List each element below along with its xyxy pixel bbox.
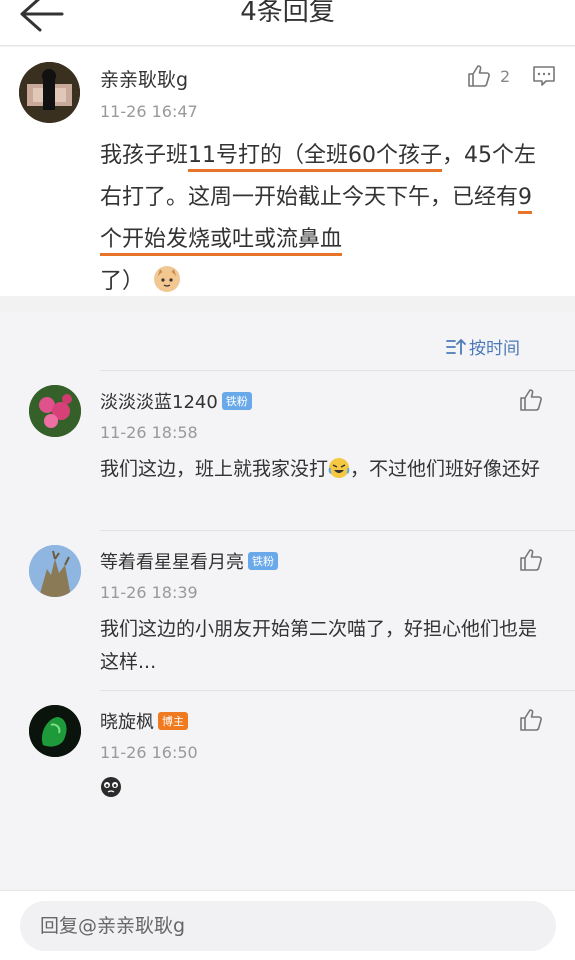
- sort-label: 按时间: [469, 339, 520, 359]
- fan-badge: 铁粉: [221, 392, 252, 410]
- reply-author[interactable]: 晓旋枫 博主: [100, 708, 188, 734]
- reply-author-name: 等着看星星看月亮: [100, 552, 244, 573]
- reply-time: 11-26 18:58: [100, 423, 198, 442]
- fan-badge: 铁粉: [248, 552, 278, 570]
- reply-author[interactable]: 淡淡淡蓝1240 铁粉: [100, 388, 252, 414]
- comment-author[interactable]: 亲亲耿耿g: [100, 65, 188, 92]
- reply-author[interactable]: 等着看星星看月亮 铁粉: [100, 548, 278, 574]
- list-item: 等着看星星看月亮 铁粉 11-26 18:39 我们这边的小朋友开始第二次喵了，好…: [0, 530, 575, 690]
- list-item: 淡淡淡蓝1240 铁粉 11-26 18:58 我们这边，班上就我家没打 ，不过他们…: [0, 370, 575, 530]
- avatar-image: [19, 62, 80, 123]
- reply-text-part: ，不过他们班好像还好: [350, 458, 541, 480]
- comment-text: 我孩子班11号打的（全班60个孩子，45个左右打了。这周一开始截止今天下午，已经…: [100, 135, 550, 303]
- reply-author-name: 淡淡淡蓝1240: [100, 392, 218, 413]
- reply-time: 11-26 18:39: [100, 583, 198, 602]
- sort-by-time-button[interactable]: 按时间: [446, 334, 520, 359]
- replies-section: 按时间 淡淡淡蓝1240 铁粉 11-26 18:58 我们这边，班上就我家没打，…: [0, 312, 575, 890]
- reply-time: 11-26 16:50: [100, 743, 198, 762]
- like-button[interactable]: [518, 387, 544, 417]
- like-count: 2: [500, 66, 511, 86]
- sort-icon: [446, 338, 466, 355]
- like-button[interactable]: [518, 707, 544, 737]
- thumbs-up-icon: [520, 549, 542, 571]
- top-bar: 4条回复: [0, 0, 575, 46]
- crying-face-emoji-icon: [101, 777, 121, 797]
- avatar[interactable]: [19, 62, 80, 123]
- reply-text: 我们这边的小朋友开始第二次喵了，好担心他们也是这样...: [100, 618, 538, 673]
- comment-icon: [533, 66, 555, 86]
- reply-text: [100, 773, 550, 806]
- main-comment: 亲亲耿耿g 11-26 16:47 2 我孩子班11号打的（全班60个孩子，45…: [0, 47, 575, 296]
- avatar[interactable]: [29, 705, 81, 757]
- avatar[interactable]: [29, 545, 81, 597]
- like-button[interactable]: [518, 547, 544, 577]
- host-badge: 博主: [158, 712, 188, 730]
- comment-time: 11-26 16:47: [100, 102, 198, 121]
- reply-input[interactable]: 回复@亲亲耿耿g: [20, 901, 556, 951]
- page-title: 4条回复: [240, 0, 335, 27]
- reply-text-part: 我们这边，班上就我家没打: [100, 458, 329, 480]
- underlined-text: 11号打的（全班60个孩子: [188, 143, 443, 172]
- like-button[interactable]: 2: [466, 63, 510, 89]
- thumbs-up-icon: [520, 709, 542, 731]
- thumbs-up-icon: [468, 65, 490, 87]
- bottom-bar: 回复@亲亲耿耿g: [0, 890, 575, 960]
- reply-text: 我们这边，班上就我家没打 ，不过他们班好像还好: [100, 453, 550, 486]
- laughing-crying-emoji-icon: [328, 458, 350, 478]
- list-item: 晓旋枫 博主 11-26 16:50: [0, 690, 575, 830]
- avatar[interactable]: [29, 385, 81, 437]
- thumbs-up-icon: [520, 389, 542, 411]
- reply-author-name: 晓旋枫: [100, 712, 154, 733]
- reply-button[interactable]: [532, 65, 556, 91]
- cat-face-emoji-icon: [154, 266, 181, 292]
- comment-text-part: 我孩子班: [100, 143, 189, 168]
- comment-text-part: 了）: [100, 269, 145, 294]
